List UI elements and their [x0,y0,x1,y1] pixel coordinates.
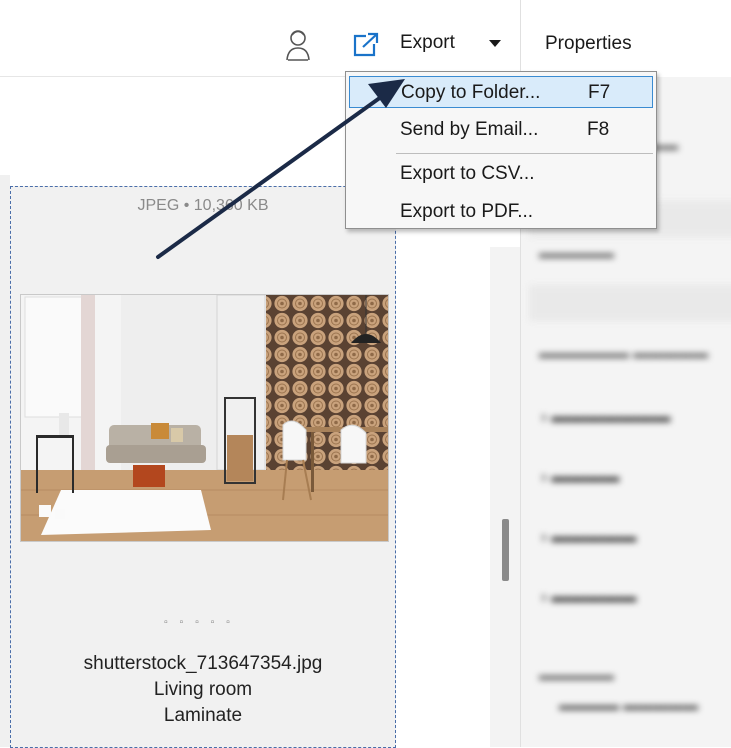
menu-item-copy-to-folder[interactable]: Copy to Folder... F7 [349,76,653,108]
toolbar: Export [0,0,520,77]
export-button[interactable]: Export [400,32,455,54]
chevron-down-icon[interactable] [489,40,501,47]
file-name: shutterstock_713647354.jpg [83,653,323,674]
caption-line-1: Living room [153,679,253,700]
menu-item-label: Export to CSV... [400,163,535,184]
menu-item-label: Send by Email... [400,119,539,140]
left-strip [0,175,10,747]
thumbnail-image [20,294,389,542]
splitter-handle[interactable] [502,519,509,581]
tab-properties[interactable]: Properties [520,0,731,76]
menu-item-export-csv[interactable]: Export to CSV... [349,158,653,190]
open-external-icon[interactable] [352,32,380,58]
properties-label: Properties [545,33,632,54]
menu-item-label: Copy to Folder... [401,82,541,103]
menu-item-label: Export to PDF... [400,201,534,222]
menu-item-send-by-email[interactable]: Send by Email... F8 [349,114,653,146]
export-dropdown-menu: Copy to Folder... F7 Send by Email... F8… [345,71,657,229]
user-avatar-icon[interactable] [284,27,312,61]
file-info: JPEG • 10,360 KB [137,197,269,214]
menu-item-shortcut: F8 [587,119,610,140]
thumbnail-card[interactable]: JPEG • 10,360 KB ▫▫▫▫▫ shutterstock_7136… [10,186,396,748]
rating-dots[interactable]: ▫▫▫▫▫ [11,617,395,628]
menu-item-export-pdf[interactable]: Export to PDF... [349,196,653,228]
menu-separator [396,153,653,154]
splitter[interactable] [490,247,520,747]
menu-item-shortcut: F7 [588,82,611,103]
caption-line-2: Laminate [163,705,243,726]
